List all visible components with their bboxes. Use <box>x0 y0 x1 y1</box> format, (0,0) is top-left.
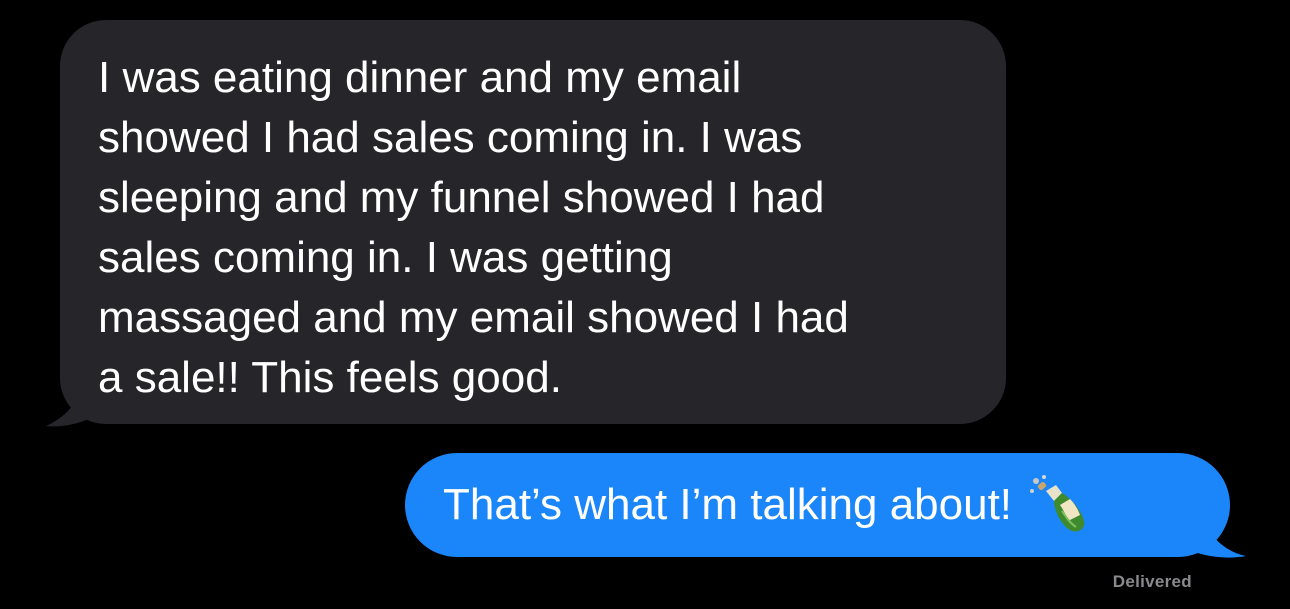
sent-message-bubble[interactable]: That’s what I’m talking about! <box>405 453 1230 557</box>
delivery-status: Delivered <box>1112 572 1192 591</box>
received-message-bubble[interactable]: I was eating dinner and my email showed … <box>60 20 1006 424</box>
champagne-bottle-icon <box>1026 471 1090 535</box>
received-message-text: I was eating dinner and my email showed … <box>98 53 849 402</box>
message-thread: I was eating dinner and my email showed … <box>0 0 1290 609</box>
sent-message-text: That’s what I’m talking about! <box>443 480 1013 529</box>
